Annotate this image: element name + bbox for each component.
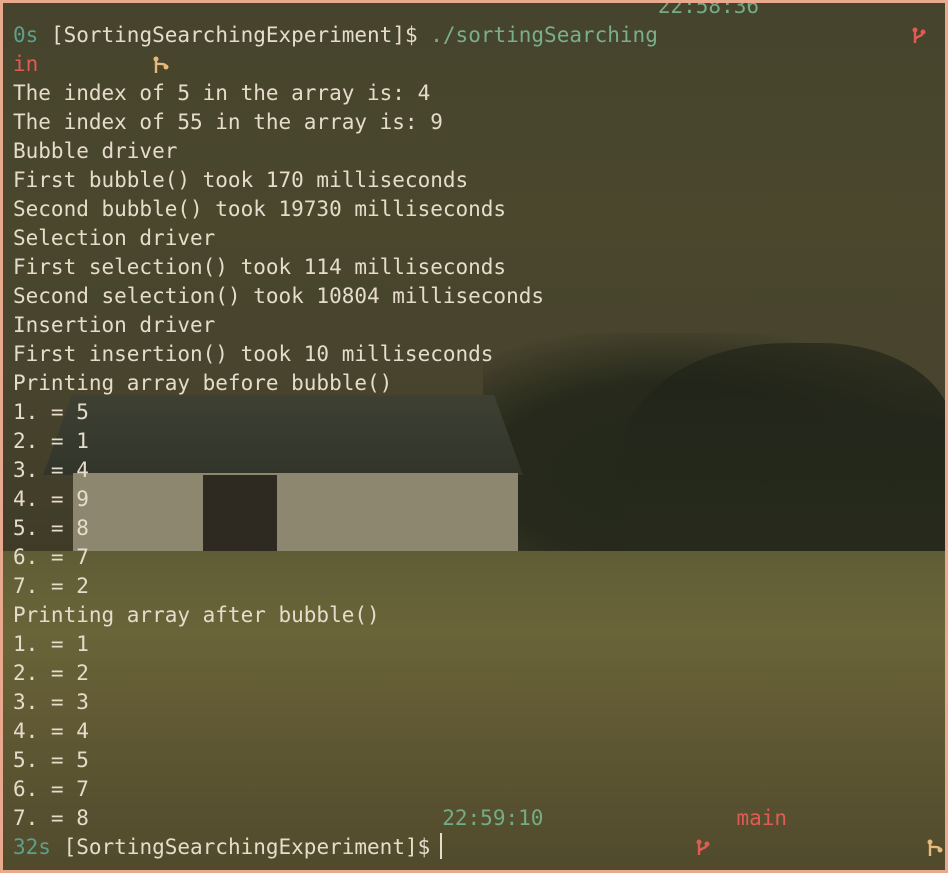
output-line: 5. = 8: [13, 516, 89, 540]
prompt-line-2[interactable]: 32s [SortingSearchingExperiment]$ 22:59:…: [13, 806, 943, 862]
output-line: 7. = 2: [13, 574, 89, 598]
output-line: The index of 5 in the array is: 4: [13, 81, 431, 105]
output-line: Bubble driver: [13, 139, 178, 163]
output-line: 5. = 5: [13, 748, 89, 772]
prompt-time: 22:59:10: [442, 806, 544, 830]
output-line: First selection() took 114 milliseconds: [13, 255, 507, 279]
command-duration: 0s: [13, 23, 39, 47]
output-line: Insertion driver: [13, 313, 216, 337]
output-line: 6. = 7: [13, 777, 89, 801]
branch-name-part2: in: [13, 52, 39, 76]
program-output: The index of 5 in the array is: 4 The in…: [13, 79, 935, 833]
output-line: First insertion() took 10 milliseconds: [13, 342, 494, 366]
output-line: The index of 55 in the array is: 9: [13, 110, 443, 134]
output-line: Second bubble() took 19730 milliseconds: [13, 197, 507, 221]
prompt-path: [SortingSearchingExperiment]$: [63, 835, 431, 859]
output-line: Second selection() took 10804 millisecon…: [13, 284, 545, 308]
output-line: Printing array before bubble(): [13, 371, 393, 395]
output-line: 1. = 5: [13, 400, 89, 424]
git-fork-icon: [800, 804, 944, 870]
command-text: ./sortingSearching: [430, 23, 658, 47]
prompt-time: 22:58:36: [657, 0, 759, 18]
terminal-content: 0s [SortingSearchingExperiment]$ ./sorti…: [13, 3, 943, 862]
output-line: 2. = 2: [13, 661, 89, 685]
output-line: 3. = 3: [13, 690, 89, 714]
output-line: Printing array after bubble(): [13, 603, 380, 627]
output-line: Selection driver: [13, 226, 216, 250]
output-line: 4. = 9: [13, 487, 89, 511]
branch-name: main: [736, 806, 788, 830]
git-branch-icon: [784, 3, 926, 79]
output-line: 4. = 4: [13, 719, 89, 743]
output-line: First bubble() took 170 milliseconds: [13, 168, 469, 192]
git-branch-icon: [569, 804, 711, 870]
output-line: 3. = 4: [13, 458, 89, 482]
command-duration: 32s: [13, 835, 51, 859]
output-line: 6. = 7: [13, 545, 89, 569]
output-line: 1. = 1: [13, 632, 89, 656]
output-line: 2. = 1: [13, 429, 89, 453]
terminal-window[interactable]: 0s [SortingSearchingExperiment]$ ./sorti…: [0, 0, 948, 873]
